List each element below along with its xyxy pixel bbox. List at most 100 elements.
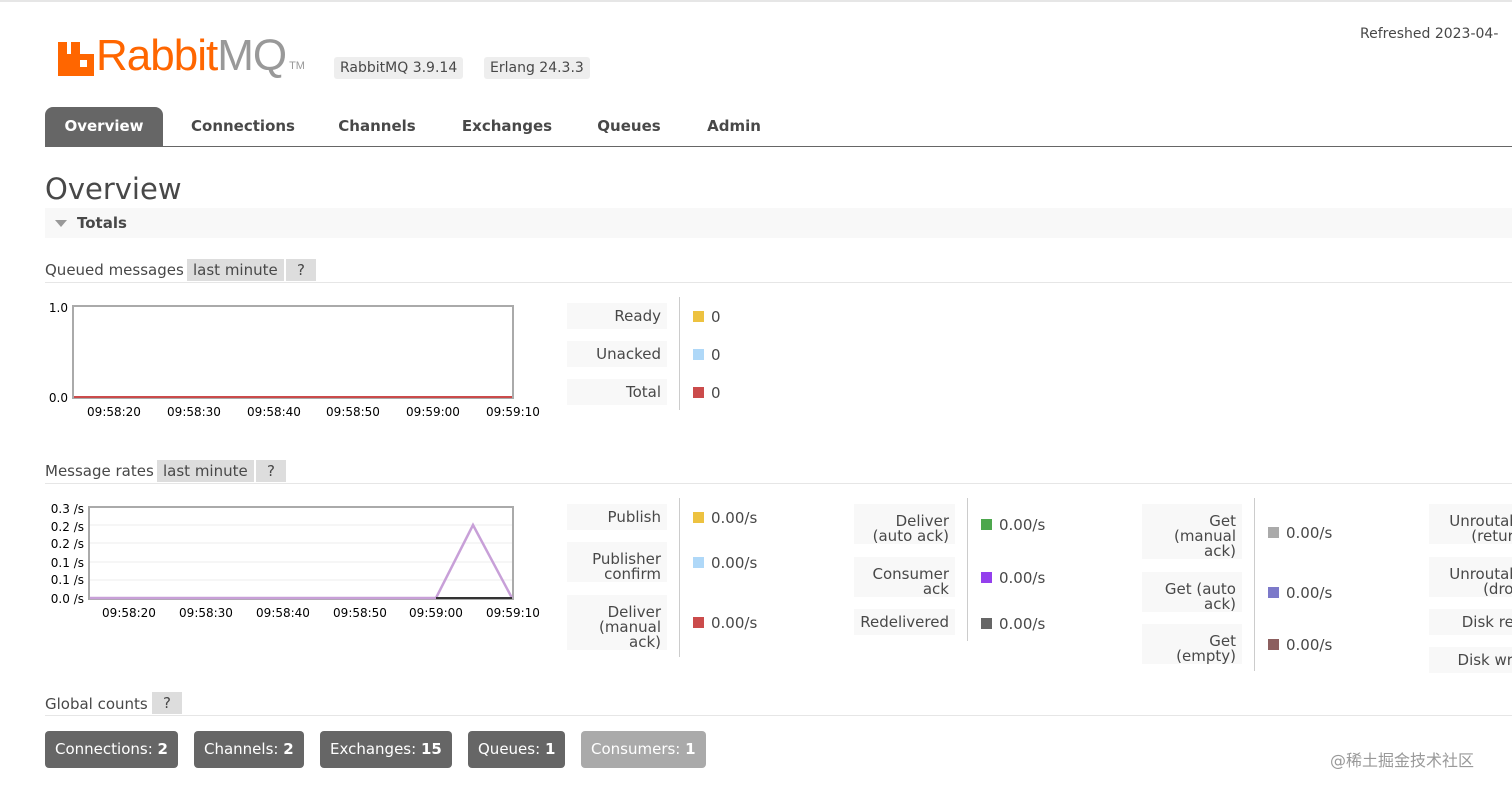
y-tick-label: 0.1 /s [51,573,84,587]
publisher-confirm-color-swatch [693,557,704,568]
ready-color-swatch [693,311,704,322]
logo-trademark: TM [289,60,305,72]
refreshed-timestamp: Refreshed 2023-04- [1360,26,1499,42]
consumer-ack-rate: 0.00/s [999,569,1046,587]
legend-unacked[interactable]: Unacked [567,341,667,367]
redelivered-color-swatch [981,618,992,629]
total-color-swatch [693,387,704,398]
deliver-manual-color-swatch [693,617,704,628]
rabbit-logo-icon [58,42,94,76]
publish-color-swatch [693,512,704,523]
exchanges-count-button[interactable]: Exchanges: 15 [320,731,452,768]
chart-frame [88,506,514,600]
global-counts-label: Global counts [45,695,148,713]
unacked-color-swatch [693,349,704,360]
redelivered-rate: 0.00/s [999,615,1046,633]
legend-deliver-manual-ack[interactable]: Deliver (manual ack) [567,595,667,650]
y-tick-label: 0.1 /s [51,556,84,570]
y-tick-label: 0.0 [49,391,68,405]
x-tick-label: 09:58:50 [326,405,380,419]
publisher-confirm-rate: 0.00/s [711,554,758,572]
legend-publish[interactable]: Publish [567,504,667,530]
x-tick-label: 09:58:30 [179,606,233,620]
logo-text-mq: MQ [217,31,287,80]
queued-range-selector[interactable]: last minute [187,259,284,281]
connections-count-button[interactable]: Connections: 2 [45,731,178,768]
legend-get-manual-ack[interactable]: Get (manual ack) [1142,504,1242,559]
y-tick-label: 0.3 /s [51,502,84,516]
legend-deliver-auto-ack[interactable]: Deliver (auto ack) [854,504,955,544]
legend-unroutable-drop[interactable]: Unroutabl(drop [1429,557,1512,597]
legend-redelivered[interactable]: Redelivered [854,609,955,635]
rabbitmq-logo[interactable]: Rabbit MQ TM [58,31,305,80]
logo-text-rabbit: Rabbit [96,31,218,80]
tab-overview[interactable]: Overview [45,107,163,146]
x-tick-label: 09:59:00 [406,405,460,419]
legend-ready[interactable]: Ready [567,303,667,329]
x-tick-label: 09:59:10 [486,606,540,620]
channels-count-button[interactable]: Channels: 2 [194,731,304,768]
tab-queues[interactable]: Queues [589,107,669,146]
get-auto-rate: 0.00/s [1286,584,1333,602]
get-empty-color-swatch [1268,639,1279,650]
x-tick-label: 09:58:30 [167,405,221,419]
queued-messages-label: Queued messages [45,261,184,279]
x-tick-label: 09:58:40 [247,405,301,419]
x-tick-label: 09:59:00 [409,606,463,620]
tab-admin[interactable]: Admin [697,107,771,146]
consumer-ack-color-swatch [981,572,992,583]
legend-disk-read[interactable]: Disk rea [1429,609,1512,635]
watermark: @稀土掘金技术社区 [1330,751,1475,770]
legend-unroutable-return[interactable]: Unroutabl(return [1429,504,1512,544]
legend-separator [679,297,680,410]
divider [45,483,1512,484]
tab-exchanges[interactable]: Exchanges [453,107,561,146]
message-rates-label: Message rates [45,462,154,480]
consumers-count-button[interactable]: Consumers: 1 [581,731,706,768]
divider [45,715,1512,716]
rates-help-button[interactable]: ? [256,460,286,482]
deliver-auto-color-swatch [981,519,992,530]
y-tick-label: 0.2 /s [51,520,84,534]
legend-consumer-ack[interactable]: Consumer ack [854,557,955,597]
legend-disk-write[interactable]: Disk writ [1429,647,1512,673]
chart-frame [72,305,514,399]
x-tick-label: 09:58:50 [333,606,387,620]
x-tick-label: 09:58:40 [256,606,310,620]
legend-publisher-confirm[interactable]: Publisher confirm [567,542,667,582]
tab-channels[interactable]: Channels [327,107,427,146]
publish-rate: 0.00/s [711,509,758,527]
get-manual-rate: 0.00/s [1286,524,1333,542]
get-auto-color-swatch [1268,587,1279,598]
divider [45,282,1512,283]
get-manual-color-swatch [1268,527,1279,538]
queued-messages-chart: 1.0 0.0 09:58:20 09:58:30 09:58:40 09:58… [49,301,540,419]
legend-total[interactable]: Total [567,379,667,405]
rates-range-selector[interactable]: last minute [157,460,254,482]
totals-section-header[interactable]: Totals [45,208,1512,238]
queued-help-button[interactable]: ? [286,259,316,281]
unacked-value: 0 [711,346,721,364]
main-nav-tabs: Overview Connections Channels Exchanges … [45,107,1512,147]
x-tick-label: 09:58:20 [87,405,141,419]
legend-separator [1254,498,1255,671]
legend-get-auto-ack[interactable]: Get (auto ack) [1142,572,1242,612]
rabbitmq-version-badge: RabbitMQ 3.9.14 [334,57,464,79]
collapse-triangle-icon [55,220,67,227]
legend-get-empty[interactable]: Get (empty) [1142,624,1242,664]
legend-separator [967,498,968,641]
y-tick-label: 0.2 /s [51,537,84,551]
get-empty-rate: 0.00/s [1286,636,1333,654]
ready-value: 0 [711,308,721,326]
top-border [0,0,1512,2]
x-tick-label: 09:59:10 [486,405,540,419]
global-help-button[interactable]: ? [152,692,182,714]
queues-count-button[interactable]: Queues: 1 [468,731,566,768]
total-value: 0 [711,384,721,402]
legend-separator [679,498,680,657]
totals-label: Totals [77,214,127,232]
erlang-version-badge: Erlang 24.3.3 [484,57,590,79]
x-tick-label: 09:58:20 [102,606,156,620]
y-tick-label: 0.0 /s [51,592,84,606]
tab-connections[interactable]: Connections [183,107,303,146]
